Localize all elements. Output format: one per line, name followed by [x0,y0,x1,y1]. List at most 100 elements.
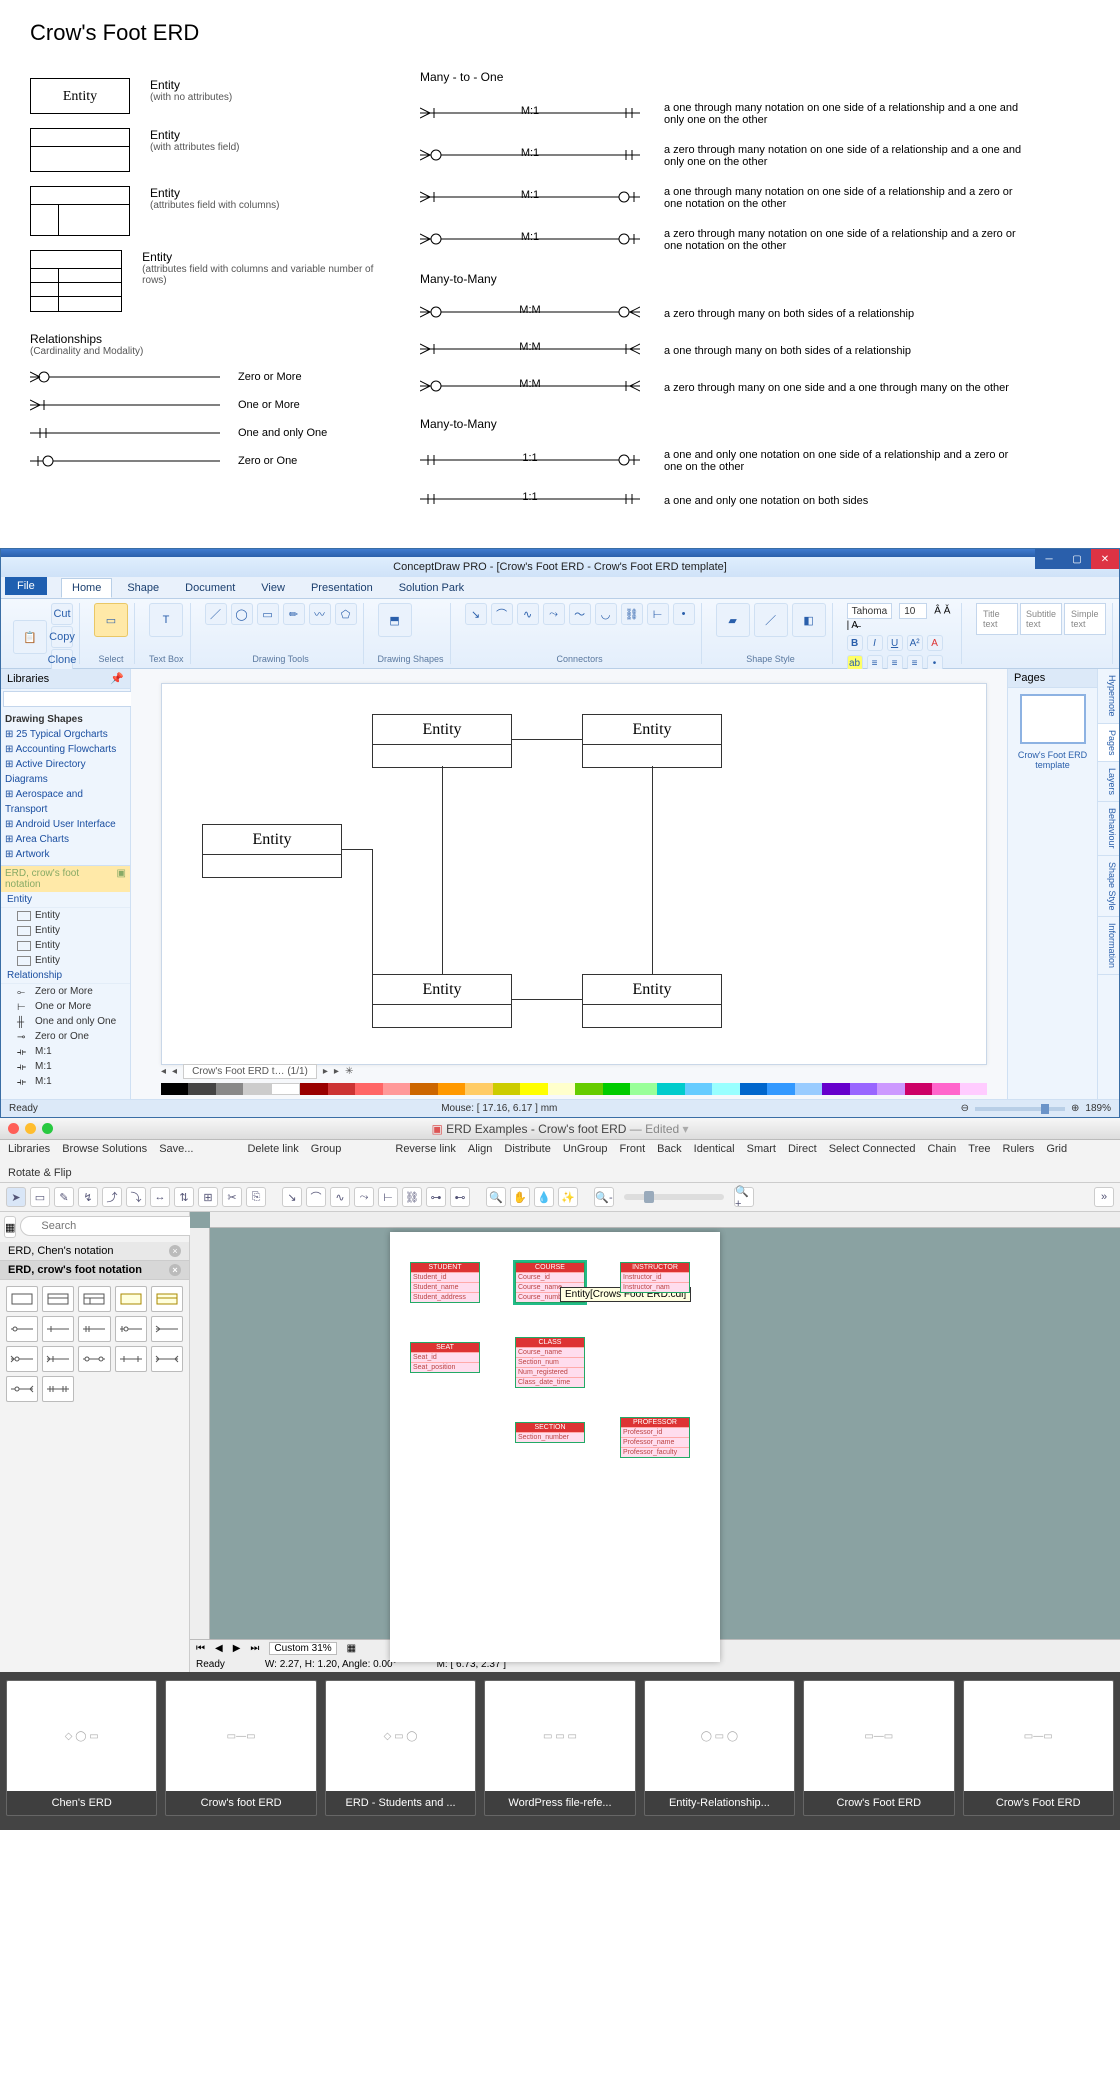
panel-pin-icon[interactable]: 📌 [110,672,124,685]
sidetab-information[interactable]: Information [1098,917,1119,975]
close-icon[interactable]: ▣ [117,868,126,890]
shape-item[interactable]: Entity [1,908,130,923]
gallery-card[interactable]: ▭—▭Crow's Foot ERD [963,1680,1114,1816]
gallery-card[interactable]: ▭—▭Crow's Foot ERD [803,1680,954,1816]
conn-tool[interactable]: ⊢ [378,1187,398,1207]
menu-item[interactable]: Distribute [504,1143,550,1155]
tree-item[interactable]: ⊞ Android User Interface [5,817,126,832]
stencil-item[interactable] [6,1346,38,1372]
erd-entity-section[interactable]: SECTION Section_number [515,1422,585,1443]
shape-category[interactable]: Relationship [1,968,130,984]
tree-item[interactable]: ⊞ Artwork [5,847,126,862]
copy-button[interactable]: Copy [51,626,73,648]
file-menu[interactable]: File [5,577,47,595]
clone-button[interactable]: Clone [51,649,73,671]
fill-button[interactable]: ▰ [716,603,750,637]
stencil-item[interactable] [115,1346,147,1372]
wand-tool[interactable]: ✨ [558,1187,578,1207]
canvas-page[interactable]: Entity Entity Entity Entity Entity [161,683,987,1065]
traffic-max[interactable] [42,1123,53,1134]
conn-tool[interactable]: ⊶ [426,1187,446,1207]
menu-browse[interactable]: Browse Solutions [62,1143,147,1155]
canvas-entity[interactable]: Entity [582,974,722,1028]
gallery-card[interactable]: ◯ ▭ ◯Entity-Relationship... [644,1680,795,1816]
traffic-close[interactable] [8,1123,19,1134]
sidetab-layers[interactable]: Layers [1098,762,1119,802]
conn-point[interactable]: • [673,603,695,625]
tool[interactable]: ⎘ [246,1187,266,1207]
stencil-item[interactable] [6,1286,38,1312]
close-icon[interactable]: × [169,1264,181,1276]
tool[interactable]: ▭ [30,1187,50,1207]
mac-page[interactable]: STUDENT Student_idStudent_nameStudent_ad… [390,1232,720,1662]
canvas-entity[interactable]: Entity [582,714,722,768]
menu-item[interactable]: Back [657,1143,681,1155]
zoom-slider[interactable] [624,1194,724,1200]
sidetab-pages[interactable]: Pages [1098,724,1119,763]
canvas-entity[interactable]: Entity [372,974,512,1028]
sheet-tab[interactable]: Crow's Foot ERD t… (1/1) [183,1064,317,1079]
fontsize-button[interactable]: A² [907,635,923,651]
shape-item[interactable]: ⟛M:1 [1,1059,130,1074]
tree-item[interactable]: ⊞ 25 Typical Orgcharts [5,727,126,742]
tab-presentation[interactable]: Presentation [300,578,384,598]
draw-tool[interactable]: ⬠ [335,603,357,625]
stencil-item[interactable] [78,1316,110,1342]
drawing-shapes-button[interactable]: ⬒ [378,603,412,637]
tool[interactable]: ⇅ [174,1187,194,1207]
shape-item[interactable]: ⊸Zero or One [1,1029,130,1044]
tree-item[interactable]: ⊞ Aerospace and Transport [5,787,126,817]
stencil-item[interactable] [6,1376,38,1402]
draw-tool[interactable]: ／ [205,603,227,625]
nav-last[interactable]: ⏭ [250,1643,259,1654]
shape-item[interactable]: ╫One and only One [1,1014,130,1029]
conn-chain[interactable]: ⛓ [621,603,643,625]
traffic-min[interactable] [25,1123,36,1134]
shape-item[interactable]: Entity [1,923,130,938]
page-thumbnail[interactable] [1020,694,1086,744]
tool[interactable]: ↔ [150,1187,170,1207]
add-sheet[interactable]: ✳ [345,1066,353,1077]
shape-category[interactable]: Entity [1,892,130,908]
more-icon[interactable]: » [1094,1187,1114,1207]
menu-item[interactable]: Chain [928,1143,957,1155]
zoom-tool[interactable]: 🔍 [486,1187,506,1207]
stencil-item[interactable] [115,1316,147,1342]
menu-item[interactable]: Grid [1046,1143,1067,1155]
shape-item[interactable]: ⊢One or More [1,999,130,1014]
zoom-out[interactable]: 🔍- [594,1187,614,1207]
menu-item[interactable]: Tree [968,1143,990,1155]
gallery-card[interactable]: ◇ ◯ ▭Chen's ERD [6,1680,157,1816]
stencil-item[interactable] [151,1286,183,1312]
nav-prev[interactable]: ◀ [215,1643,223,1654]
sidetab-hypernote[interactable]: Hypernote [1098,669,1119,724]
tab-document[interactable]: Document [174,578,246,598]
notation-line[interactable]: ERD, crow's foot notation▣ [1,866,130,892]
close-icon[interactable]: × [169,1245,181,1257]
menu-item[interactable]: Identical [694,1143,735,1155]
conn-curve[interactable]: 〜 [569,603,591,625]
line-button[interactable]: ／ [754,603,788,637]
stencil-tab-crow[interactable]: ERD, crow's foot notation× [0,1261,189,1280]
library-search[interactable] [3,691,143,707]
zoom-in[interactable]: 🔍+ [734,1187,754,1207]
mac-canvas[interactable]: STUDENT Student_idStudent_nameStudent_ad… [190,1212,1120,1639]
conn-tool[interactable]: ⛓ [402,1187,422,1207]
shadow-button[interactable]: ◧ [792,603,826,637]
menu-item[interactable]: Select Connected [829,1143,916,1155]
paste-button[interactable]: 📋 [13,620,47,654]
erd-entity-seat[interactable]: SEAT Seat_idSeat_position [410,1342,480,1373]
draw-tool[interactable]: ◯ [231,603,253,625]
conn-round[interactable]: ◡ [595,603,617,625]
stencil-item[interactable] [42,1346,74,1372]
zoom-out-icon[interactable]: ⊖ [961,1103,969,1114]
style-simple[interactable]: Simple text [1064,603,1106,635]
style-subtitle[interactable]: Subtitle text [1020,603,1062,635]
maximize-button[interactable]: ▢ [1063,549,1091,569]
sidetab-behaviour[interactable]: Behaviour [1098,802,1119,856]
menu-item[interactable]: Rulers [1003,1143,1035,1155]
tab-solutionpark[interactable]: Solution Park [388,578,475,598]
menu-libraries[interactable]: Libraries [8,1143,50,1155]
hand-tool[interactable]: ✋ [510,1187,530,1207]
bold-button[interactable]: B [847,635,863,651]
